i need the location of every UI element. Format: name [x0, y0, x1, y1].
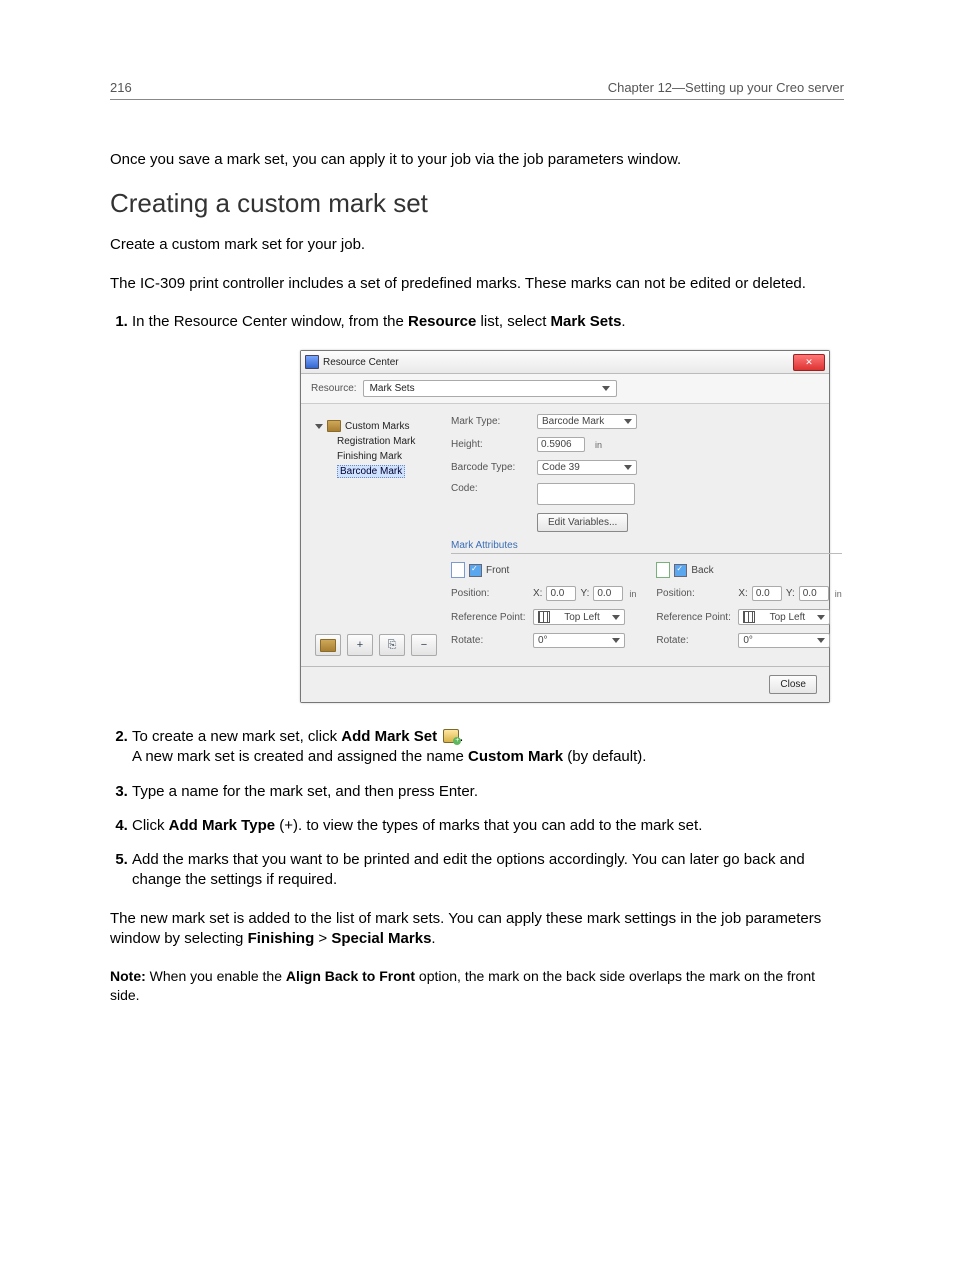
- mark-type-select[interactable]: Barcode Mark: [537, 414, 637, 429]
- height-label: Height:: [451, 439, 529, 450]
- back-y-input[interactable]: 0.0: [799, 586, 829, 601]
- resource-select-value: Mark Sets: [370, 383, 415, 394]
- barcode-type-select[interactable]: Code 39: [537, 460, 637, 475]
- back-position-label: Position:: [656, 588, 734, 599]
- height-unit: in: [595, 440, 602, 450]
- dialog-titlebar: Resource Center ✕: [301, 351, 829, 374]
- pre-paragraph: The IC-309 print controller includes a s…: [110, 274, 844, 294]
- dialog-title: Resource Center: [323, 357, 399, 368]
- add-mark-set-icon: +: [443, 729, 459, 743]
- section-title: Creating a custom mark set: [110, 188, 844, 219]
- back-ref-select[interactable]: Top Left: [738, 609, 830, 625]
- mark-type-label: Mark Type:: [451, 416, 529, 427]
- window-close-button[interactable]: ✕: [793, 354, 825, 371]
- ref-point-icon: [743, 611, 755, 623]
- closing-paragraph: The new mark set is added to the list of…: [110, 909, 844, 950]
- front-ref-select[interactable]: Top Left: [533, 609, 625, 625]
- front-position-label: Position:: [451, 588, 529, 599]
- step-1: In the Resource Center window, from the …: [132, 312, 844, 332]
- chevron-down-icon: [817, 638, 825, 643]
- barcode-type-label: Barcode Type:: [451, 462, 529, 473]
- tree-item[interactable]: Barcode Mark: [337, 464, 437, 479]
- front-rotate-label: Rotate:: [451, 635, 529, 646]
- page-number: 216: [110, 80, 132, 95]
- chevron-down-icon: [612, 615, 620, 620]
- mark-attributes-label: Mark Attributes: [451, 540, 842, 554]
- code-input[interactable]: [537, 483, 635, 505]
- resource-select[interactable]: Mark Sets: [363, 380, 617, 397]
- back-label: Back: [691, 565, 713, 576]
- tree-item[interactable]: Registration Mark: [337, 434, 437, 449]
- ref-point-icon: [538, 611, 550, 623]
- add-mark-type-button[interactable]: +: [347, 634, 373, 656]
- page-front-icon: [451, 562, 465, 578]
- front-ref-label: Reference Point:: [451, 612, 529, 623]
- tree-expand-icon[interactable]: [315, 424, 323, 429]
- tree-item[interactable]: Finishing Mark: [337, 449, 437, 464]
- edit-variables-button[interactable]: Edit Variables...: [537, 513, 628, 532]
- step-2: To create a new mark set, click Add Mark…: [132, 727, 844, 768]
- chevron-down-icon: [602, 386, 610, 391]
- back-column: Back Position: X: 0.0 Y: 0.0 in: [656, 562, 841, 656]
- chevron-down-icon: [612, 638, 620, 643]
- chapter-title: Chapter 12—Setting up your Creo server: [608, 80, 844, 95]
- folder-icon: [327, 420, 341, 432]
- note-paragraph: Note: When you enable the Align Back to …: [110, 967, 844, 1005]
- height-input[interactable]: 0.5906: [537, 437, 585, 452]
- tree-toolbar: + ⎘ −: [315, 624, 437, 656]
- step-4: Click Add Mark Type (+). to view the typ…: [132, 816, 844, 836]
- front-rotate-select[interactable]: 0°: [533, 633, 625, 648]
- intro-paragraph: Once you save a mark set, you can apply …: [110, 150, 844, 170]
- close-button[interactable]: Close: [769, 675, 817, 694]
- step-3: Type a name for the mark set, and then p…: [132, 782, 844, 802]
- steps-list-cont: To create a new mark set, click Add Mark…: [110, 727, 844, 891]
- chevron-down-icon: [817, 615, 825, 620]
- resource-center-screenshot: Resource Center ✕ Resource: Mark Sets: [300, 350, 830, 703]
- steps-list: In the Resource Center window, from the …: [110, 312, 844, 332]
- tree-root-label: Custom Marks: [345, 421, 409, 432]
- front-label: Front: [486, 565, 509, 576]
- back-checkbox[interactable]: [674, 564, 687, 577]
- add-mark-set-button[interactable]: [315, 634, 341, 656]
- code-label: Code:: [451, 483, 529, 494]
- duplicate-button[interactable]: ⎘: [379, 634, 405, 656]
- page-back-icon: [656, 562, 670, 578]
- front-x-input[interactable]: 0.0: [546, 586, 576, 601]
- back-x-input[interactable]: 0.0: [752, 586, 782, 601]
- lead-paragraph: Create a custom mark set for your job.: [110, 235, 844, 255]
- chevron-down-icon: [624, 419, 632, 424]
- delete-button[interactable]: −: [411, 634, 437, 656]
- resource-label: Resource:: [311, 383, 357, 394]
- front-checkbox[interactable]: [469, 564, 482, 577]
- front-y-input[interactable]: 0.0: [593, 586, 623, 601]
- page-header: 216 Chapter 12—Setting up your Creo serv…: [110, 80, 844, 100]
- chevron-down-icon: [624, 465, 632, 470]
- back-rotate-select[interactable]: 0°: [738, 633, 830, 648]
- mark-set-tree[interactable]: Custom Marks Registration Mark Finishing…: [315, 414, 437, 624]
- step-5: Add the marks that you want to be printe…: [132, 850, 844, 891]
- back-rotate-label: Rotate:: [656, 635, 734, 646]
- app-icon: [305, 355, 319, 369]
- back-ref-label: Reference Point:: [656, 612, 734, 623]
- front-column: Front Position: X: 0.0 Y: 0.0 in: [451, 562, 636, 656]
